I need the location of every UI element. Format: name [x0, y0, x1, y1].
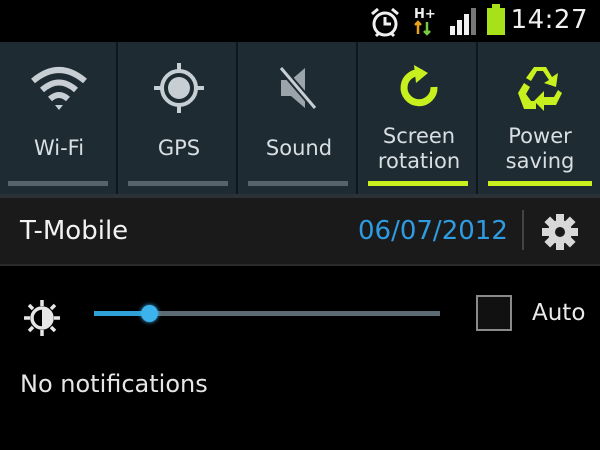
- wifi-icon: [0, 60, 118, 116]
- gps-label: GPS: [157, 136, 201, 160]
- brightness-row: Auto: [0, 268, 600, 358]
- brightness-slider-thumb[interactable]: [141, 305, 159, 322]
- sound-muted-icon: [240, 60, 358, 116]
- vertical-divider: [522, 210, 524, 250]
- carrier-row: T-Mobile 06/07/2012: [0, 198, 600, 266]
- wifi-label: Wi-Fi: [33, 136, 85, 160]
- screen-rotation-state-bar: [368, 181, 468, 186]
- screen-rotation-label-2: rotation: [377, 149, 461, 173]
- power-saving-toggle[interactable]: Power saving: [480, 42, 600, 194]
- status-bar: H+ 14:27: [0, 0, 600, 42]
- battery-icon: [485, 4, 507, 40]
- auto-brightness-label: Auto: [532, 300, 586, 326]
- clock: 14:27: [510, 5, 588, 35]
- rotation-icon: [360, 60, 478, 116]
- wifi-toggle[interactable]: Wi-Fi: [0, 42, 118, 194]
- carrier-name: T-Mobile: [20, 216, 129, 246]
- no-notifications-text: No notifications: [20, 370, 208, 398]
- gps-toggle[interactable]: GPS: [120, 42, 238, 194]
- svg-text:H+: H+: [414, 7, 436, 22]
- gps-state-bar: [128, 181, 228, 186]
- power-saving-label-2: saving: [505, 149, 575, 173]
- gps-icon: [120, 60, 238, 116]
- quick-settings-panel: Wi-Fi GPS Sound Screen rotation Power sa…: [0, 42, 600, 194]
- brightness-slider[interactable]: [94, 305, 440, 322]
- recycle-icon: [480, 60, 600, 116]
- power-saving-state-bar: [488, 181, 592, 186]
- power-saving-label-1: Power: [508, 124, 572, 148]
- brightness-icon: [22, 298, 62, 342]
- h-plus-data-icon: H+: [412, 4, 438, 40]
- screen-rotation-label-1: Screen: [382, 124, 456, 148]
- sound-label: Sound: [265, 136, 333, 160]
- wifi-state-bar: [8, 181, 108, 186]
- sound-toggle[interactable]: Sound: [240, 42, 358, 194]
- signal-icon: [448, 6, 478, 40]
- auto-brightness-checkbox[interactable]: [476, 295, 512, 331]
- gear-icon[interactable]: [540, 212, 580, 256]
- sound-state-bar: [248, 181, 348, 186]
- screen-rotation-toggle[interactable]: Screen rotation: [360, 42, 478, 194]
- date-display[interactable]: 06/07/2012: [358, 216, 508, 246]
- alarm-icon: [368, 6, 402, 42]
